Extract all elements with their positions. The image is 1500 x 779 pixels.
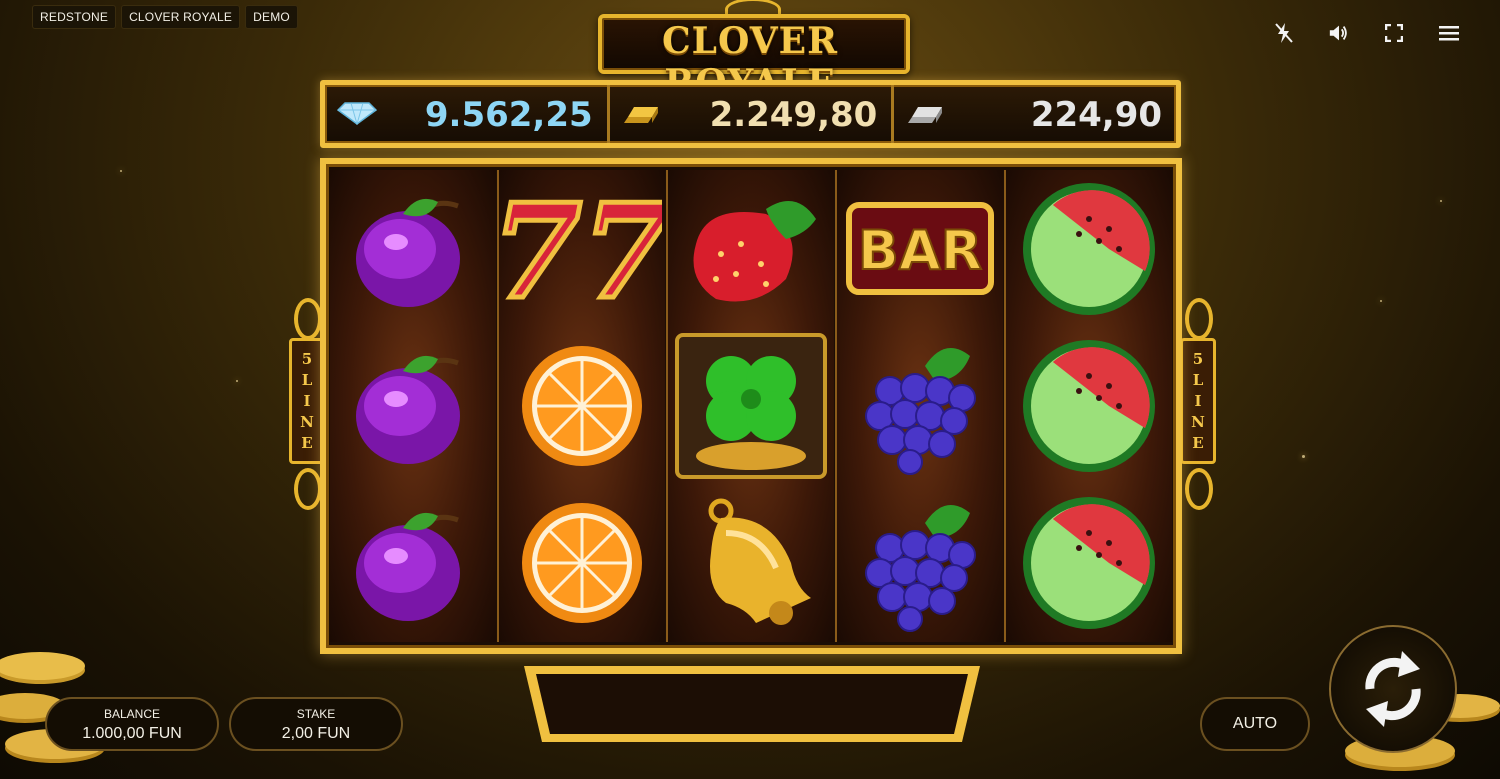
jackpot-bar: 9.562,25 2.249,80 224,90	[320, 80, 1181, 148]
lines-char: N	[1191, 413, 1205, 431]
symbol-plum	[330, 327, 496, 484]
stake-value: 2,00 FUN	[281, 725, 351, 742]
menu-icon[interactable]	[1438, 20, 1460, 46]
symbol-grapes	[837, 327, 1003, 484]
symbol-watermelon	[1006, 327, 1172, 484]
plum-icon	[356, 198, 460, 307]
spin-button[interactable]	[1329, 625, 1457, 753]
symbol-orange	[499, 327, 665, 484]
symbol-clover	[668, 327, 834, 484]
game-logo: CLOVER ROYALE	[590, 0, 910, 104]
lines-char: 5	[301, 350, 313, 368]
jackpot-silver: 224,90	[894, 85, 1176, 143]
lines-char: N	[300, 413, 314, 431]
symbol-bell	[668, 484, 834, 641]
symbol-plum	[330, 484, 496, 641]
symbol-strawberry	[668, 170, 834, 327]
silver-bar-icon	[908, 107, 943, 123]
auto-button[interactable]: AUTO	[1200, 697, 1310, 751]
top-controls	[1273, 20, 1460, 46]
ornament	[1185, 298, 1213, 340]
seven-text: 77	[502, 179, 662, 319]
bar-text: BAR	[858, 219, 983, 282]
game-name-tag: CLOVER ROYALE	[121, 5, 241, 29]
lines-text: 5 L I N E	[292, 349, 322, 454]
turbo-off-icon[interactable]	[1273, 20, 1295, 46]
balance-value: 1.000,00 FUN	[82, 725, 182, 742]
fullscreen-icon[interactable]	[1383, 20, 1405, 46]
lines-char: I	[1194, 392, 1202, 410]
lines-indicator-left: 5 L I N E	[286, 298, 325, 510]
symbol-watermelon	[1006, 484, 1172, 641]
jackpot-gold-value: 2.249,80	[709, 95, 878, 135]
ornament	[294, 468, 322, 510]
symbol-orange	[499, 484, 665, 641]
jackpot-diamond-value: 9.562,25	[424, 95, 593, 135]
reel-4: BAR	[837, 170, 1003, 642]
sparkle	[1302, 455, 1305, 458]
bar-icon: BAR	[846, 202, 994, 295]
watermelon-icon	[1023, 496, 1155, 629]
reel-5	[1006, 170, 1172, 642]
lines-char: E	[1192, 434, 1204, 452]
symbol-bar: BAR	[837, 170, 1003, 327]
auto-label: AUTO	[1232, 715, 1278, 732]
stake-label: STAKE	[296, 707, 336, 721]
provider-tag: REDSTONE	[32, 5, 117, 29]
sparkle	[236, 380, 238, 382]
orange-icon	[522, 345, 642, 466]
lines-char: L	[301, 371, 313, 389]
clover-icon	[675, 332, 827, 479]
reel-2: 77	[499, 170, 665, 642]
reel-1	[330, 170, 496, 642]
lines-char: E	[301, 434, 313, 452]
gold-bar-icon	[623, 107, 658, 123]
symbol-plum	[330, 170, 496, 327]
jackpot-silver-value: 224,90	[1030, 95, 1163, 135]
ornament	[1185, 468, 1213, 510]
jackpot-gold: 2.249,80	[610, 85, 895, 143]
sparkle	[1380, 300, 1382, 302]
sparkle	[1440, 200, 1442, 202]
diamond-icon	[337, 102, 377, 125]
sparkle	[120, 170, 122, 172]
grapes-icon	[865, 347, 976, 475]
watermelon-icon	[1023, 182, 1155, 315]
jackpot-diamond: 9.562,25	[325, 85, 610, 143]
watermelon-icon	[1023, 339, 1155, 472]
lines-char: I	[303, 392, 311, 410]
win-display	[524, 666, 980, 742]
orange-icon	[522, 502, 642, 623]
plum-icon	[356, 355, 460, 464]
seven-icon: 77	[502, 179, 662, 319]
strawberry-icon	[693, 200, 816, 301]
symbol-seven: 77	[499, 170, 665, 327]
lines-char: 5	[1192, 350, 1204, 368]
mode-tag: DEMO	[245, 5, 298, 29]
symbol-grapes	[837, 484, 1003, 641]
ornament	[294, 298, 322, 340]
symbol-watermelon	[1006, 170, 1172, 327]
stake-button[interactable]: STAKE 2,00 FUN	[229, 697, 403, 751]
bell-icon	[708, 498, 811, 625]
lines-indicator-right: 5 L I N E	[1177, 298, 1216, 510]
balance-display: BALANCE 1.000,00 FUN	[45, 697, 219, 751]
plum-icon	[356, 512, 460, 621]
sound-icon[interactable]	[1328, 20, 1350, 46]
header-tags: REDSTONE CLOVER ROYALE DEMO	[32, 5, 298, 29]
reel-area: 77	[320, 158, 1182, 654]
spin-icon	[1365, 651, 1421, 727]
balance-label: BALANCE	[103, 707, 161, 721]
lines-text: 5 L I N E	[1183, 349, 1213, 454]
grapes-icon	[865, 504, 976, 632]
lines-label-right: 5 L I N E	[1180, 338, 1216, 464]
reel-3	[668, 170, 834, 642]
lines-char: L	[1192, 371, 1204, 389]
